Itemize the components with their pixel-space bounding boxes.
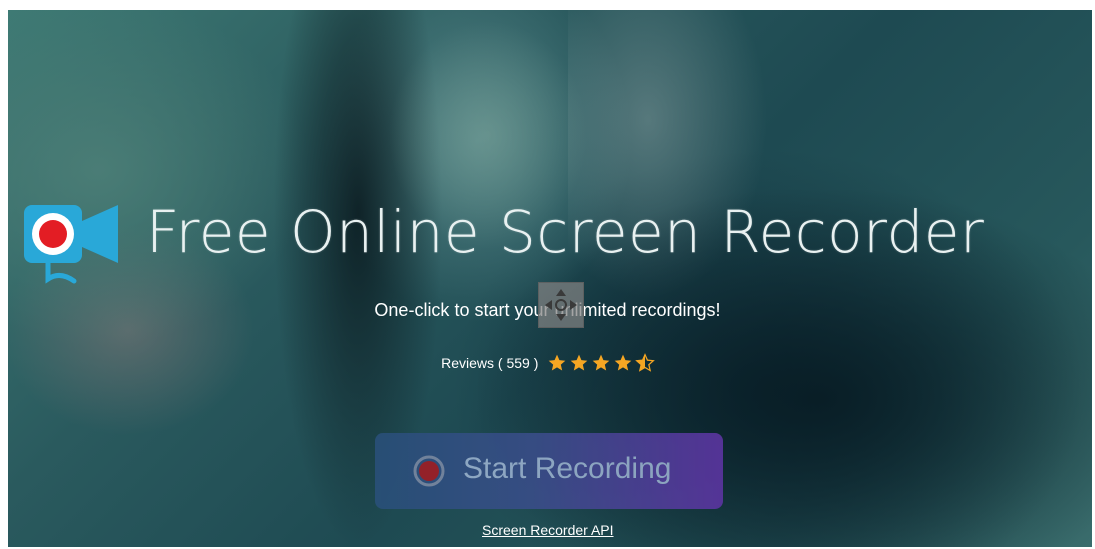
record-dot-icon bbox=[413, 455, 445, 487]
rating-stars bbox=[548, 353, 655, 373]
star-icon bbox=[548, 354, 566, 371]
start-recording-label: Start Recording bbox=[463, 452, 672, 485]
camera-record-icon bbox=[22, 199, 122, 291]
start-recording-button[interactable]: Start Recording bbox=[375, 433, 723, 509]
star-icon bbox=[570, 354, 588, 371]
move-handle-icon[interactable] bbox=[538, 282, 584, 328]
reviews-label: Reviews ( 559 ) bbox=[441, 355, 539, 371]
page-title: Free Online Screen Recorder bbox=[146, 198, 985, 266]
screen-recorder-api-link[interactable]: Screen Recorder API bbox=[482, 522, 614, 538]
star-half-icon bbox=[635, 353, 655, 372]
star-icon bbox=[592, 354, 610, 371]
reviews-row: Reviews ( 559 ) bbox=[0, 353, 1095, 373]
star-icon bbox=[614, 354, 632, 371]
